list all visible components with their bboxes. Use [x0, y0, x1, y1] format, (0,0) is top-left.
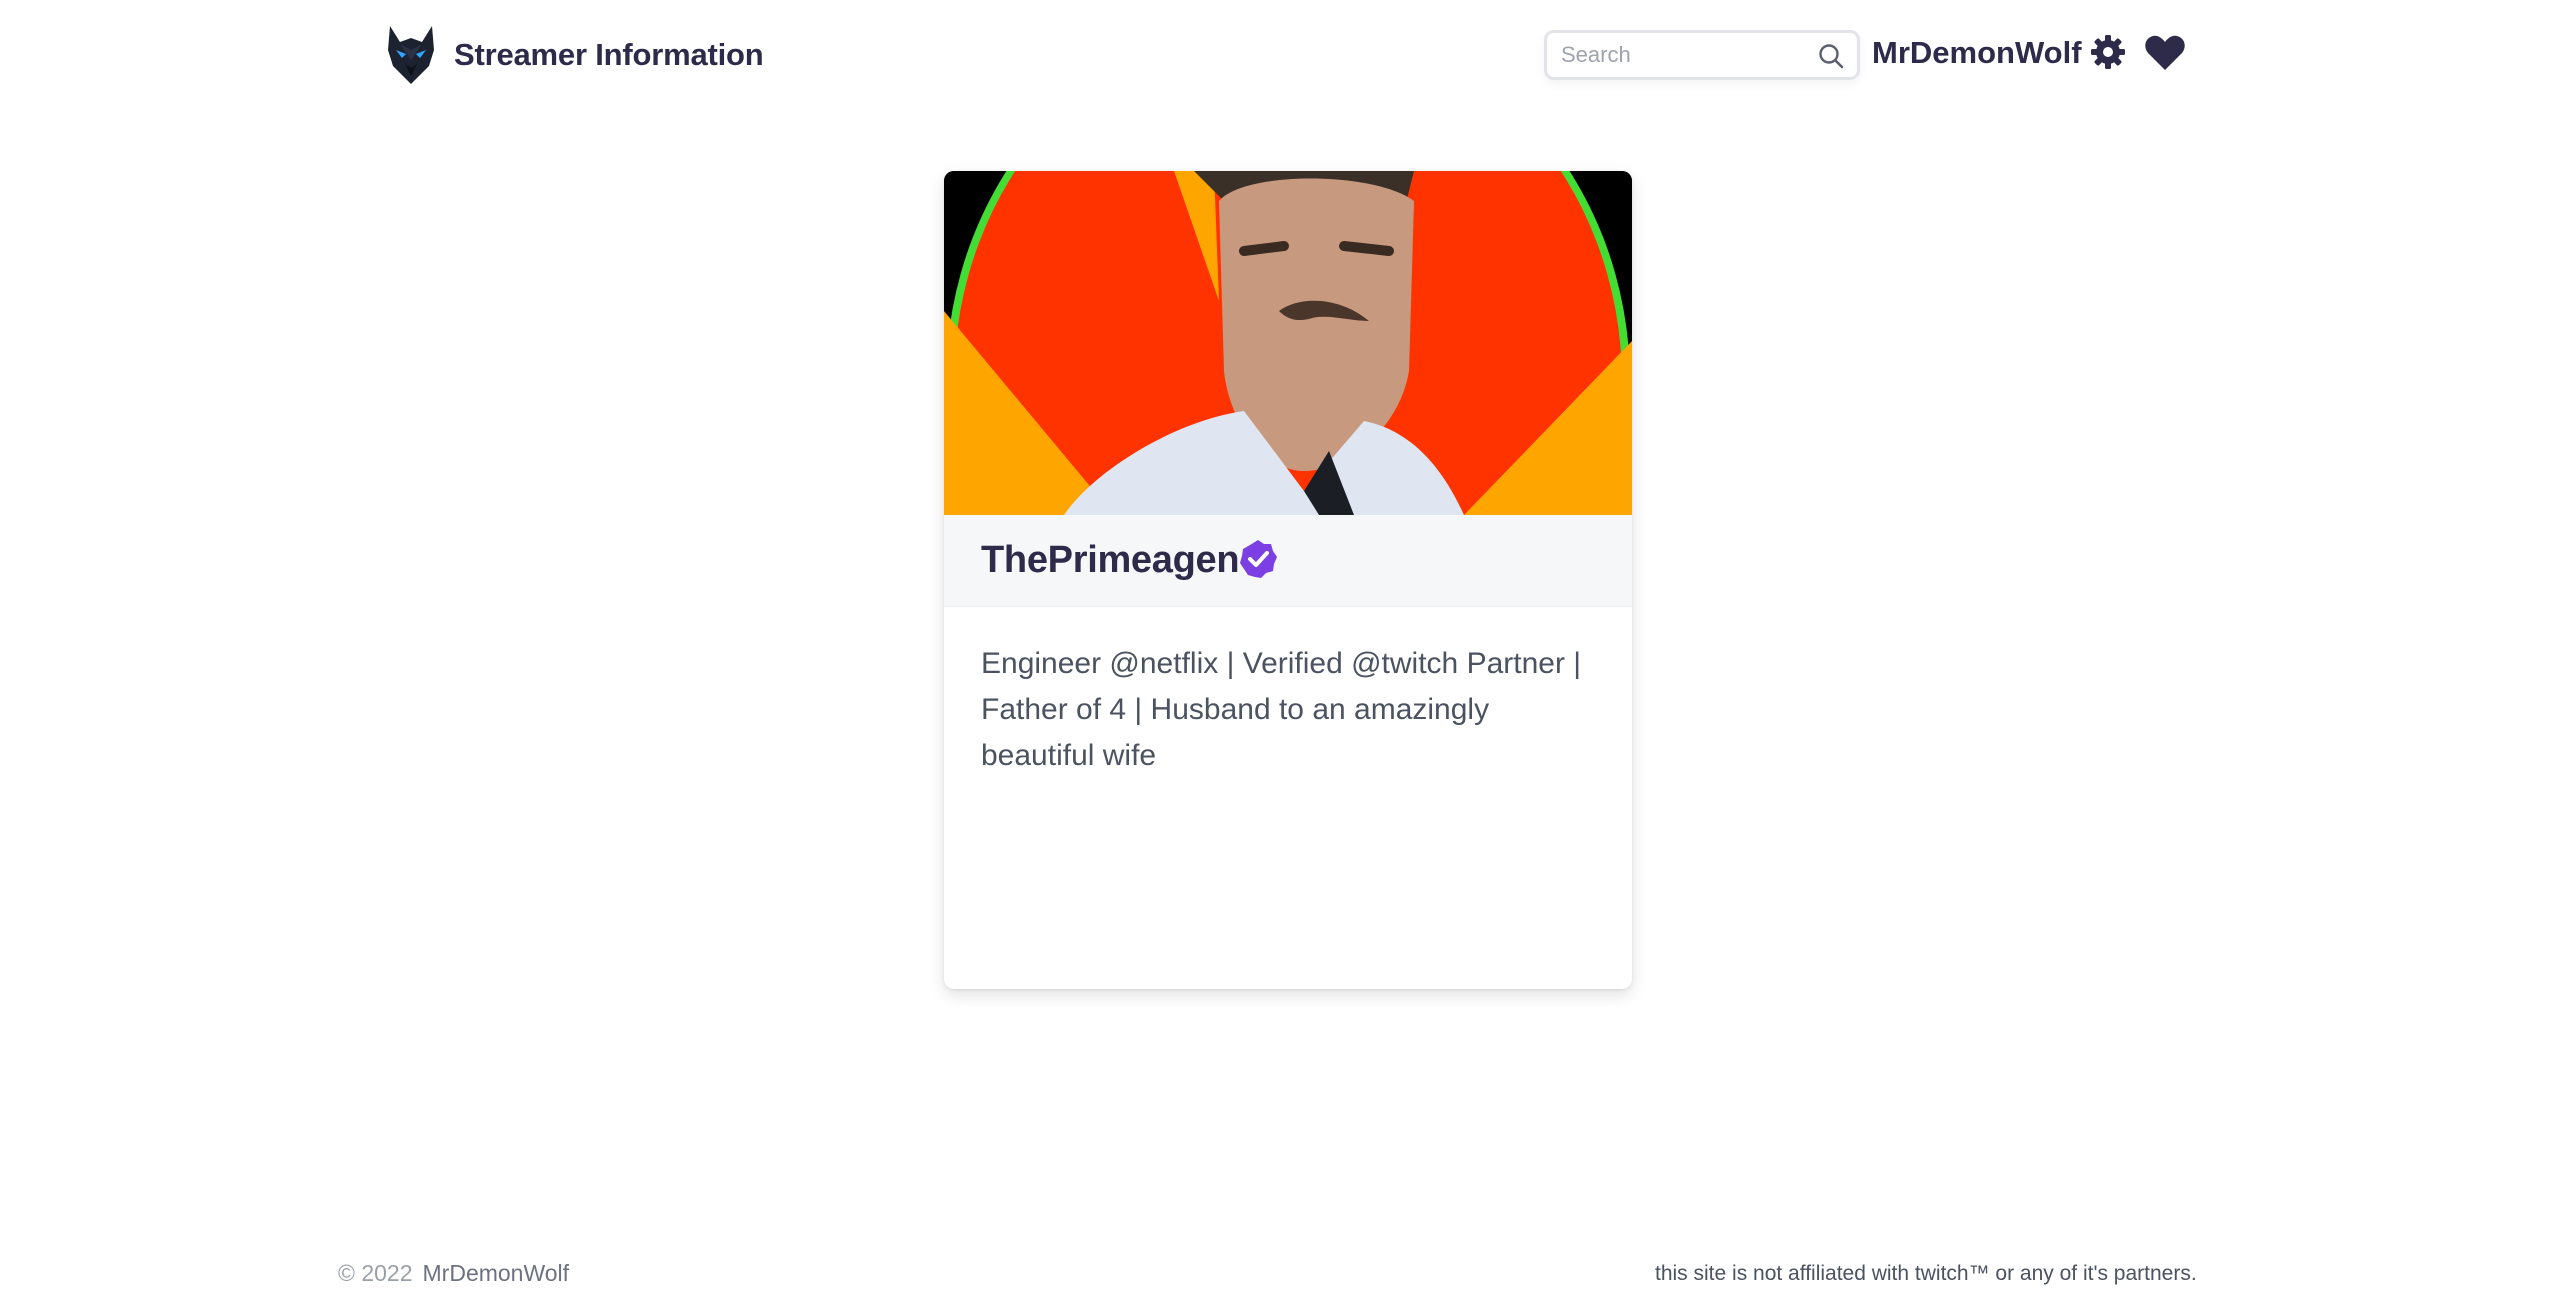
search-icon[interactable] [1817, 42, 1845, 70]
streamer-name: ThePrimeagen [981, 539, 1240, 581]
streamer-banner-image [944, 171, 1632, 515]
heart-icon[interactable] [2144, 34, 2186, 72]
footer-copyright: © 2022 MrDemonWolf [338, 1260, 569, 1287]
search-box[interactable] [1544, 30, 1860, 80]
search-input[interactable] [1561, 33, 1811, 77]
footer-disclaimer: this site is not affiliated with twitch™… [1655, 1262, 2197, 1285]
copyright-text: © 2022 [338, 1260, 413, 1286]
footer-author-link[interactable]: MrDemonWolf [423, 1260, 570, 1286]
wolf-logo-icon [388, 26, 434, 84]
streamer-card: ThePrimeagen Engineer @netflix | Verifie… [944, 171, 1632, 989]
header: Streamer Information MrDemonWolf [0, 0, 2560, 112]
verified-badge-icon [1240, 540, 1277, 578]
streamer-description: Engineer @netflix | Verified @twitch Par… [981, 647, 1582, 772]
username-link[interactable]: MrDemonWolf [1872, 35, 2082, 71]
brand[interactable]: Streamer Information [384, 24, 764, 86]
app-title: Streamer Information [454, 37, 764, 72]
streamer-header: ThePrimeagen [944, 515, 1632, 607]
gear-icon[interactable] [2090, 34, 2126, 70]
